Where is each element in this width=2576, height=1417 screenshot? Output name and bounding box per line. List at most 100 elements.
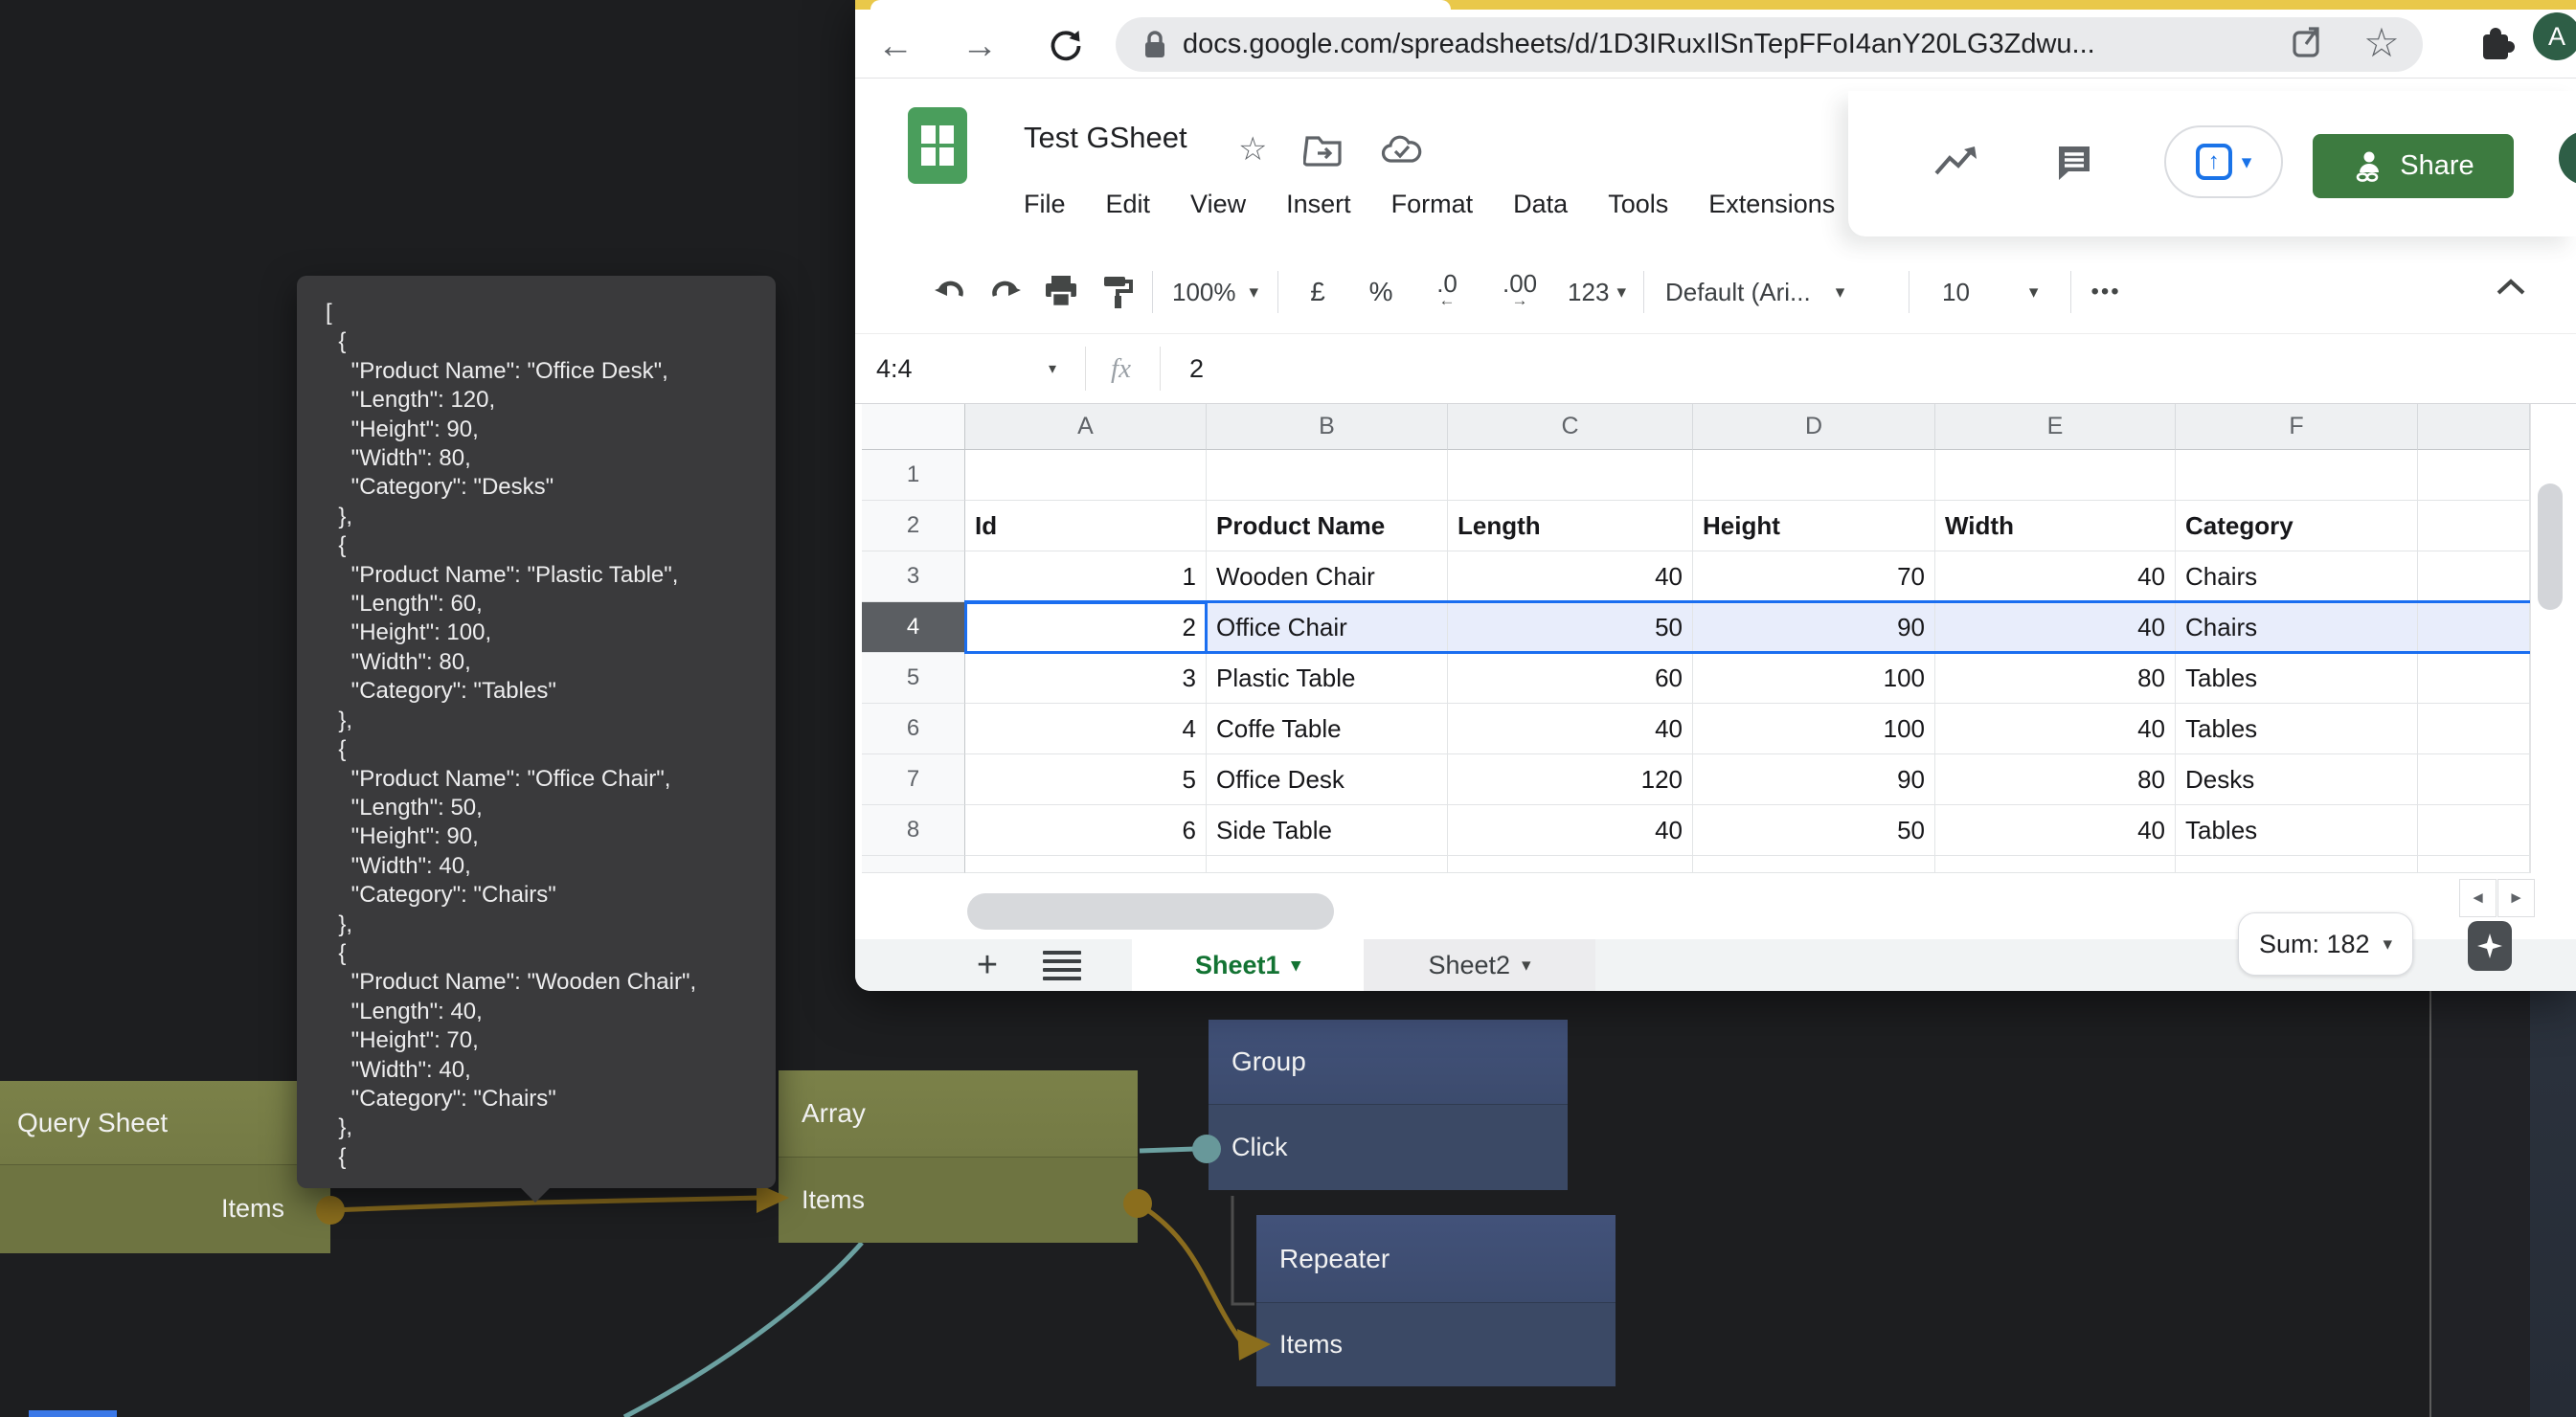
cell[interactable]: Category (2176, 501, 2418, 551)
cell[interactable]: 90 (1693, 754, 1935, 805)
sum-indicator[interactable]: Sum: 182 ▾ (2238, 912, 2413, 976)
bookmark-star-button[interactable]: ☆ (2359, 19, 2405, 65)
all-sheets-menu-button[interactable] (1043, 951, 1081, 980)
paint-format-button[interactable] (1089, 273, 1144, 311)
active-cell-A4[interactable]: 2 (964, 601, 1208, 654)
cell[interactable] (2418, 754, 2530, 805)
node-query-sheet-title[interactable]: Query Sheet (0, 1081, 330, 1164)
cell[interactable]: Width (1935, 501, 2176, 551)
redo-button[interactable] (978, 275, 1033, 309)
cell[interactable]: 120 (1448, 754, 1693, 805)
cell[interactable] (1207, 450, 1448, 501)
menu-insert[interactable]: Insert (1286, 190, 1351, 230)
name-box-caret[interactable]: ▾ (1049, 359, 1056, 378)
cell[interactable]: Wooden Chair (1207, 551, 1448, 602)
format-percent-button[interactable]: % (1349, 277, 1412, 307)
menu-edit[interactable]: Edit (1106, 190, 1151, 230)
sheets-app-icon[interactable] (908, 107, 967, 184)
row-header-3[interactable]: 3 (862, 551, 965, 602)
address-bar[interactable]: docs.google.com/spreadsheets/d/1D3IRuxIl… (1116, 17, 2423, 72)
vertical-scrollbar-thumb[interactable] (2538, 484, 2563, 610)
cell[interactable]: 40 (1935, 551, 2176, 602)
tab-sheet2[interactable]: Sheet2 ▾ (1364, 939, 1595, 991)
share-page-button[interactable] (2288, 21, 2326, 68)
row-header-7[interactable]: 7 (862, 754, 965, 805)
node-repeater-title[interactable]: Repeater (1256, 1215, 1616, 1302)
move-to-folder-icon[interactable] (1303, 130, 1344, 173)
cell[interactable]: 50 (1693, 805, 1935, 856)
back-button[interactable]: ← (872, 23, 918, 69)
font-size-select[interactable]: 10 ▾ (1917, 278, 2063, 307)
cell[interactable]: 4 (965, 704, 1207, 754)
cell[interactable]: 50 (1448, 602, 1693, 653)
node-group-title[interactable]: Group (1209, 1020, 1568, 1104)
menu-file[interactable]: File (1024, 190, 1066, 230)
font-select[interactable]: Default (Ari... ▾ (1652, 278, 1901, 307)
node-array-title[interactable]: Array (779, 1070, 1138, 1157)
cell[interactable]: 90 (1693, 602, 1935, 653)
node-array[interactable]: Array Items (779, 1070, 1138, 1243)
cell[interactable]: Length (1448, 501, 1693, 551)
column-header-D[interactable]: D (1693, 404, 1935, 450)
cell[interactable]: Tables (2176, 805, 2418, 856)
column-header-C[interactable]: C (1448, 404, 1693, 450)
cell[interactable]: 40 (1448, 805, 1693, 856)
explore-button[interactable] (2468, 921, 2512, 971)
extensions-puzzle-icon[interactable] (2474, 23, 2516, 70)
cell[interactable] (1935, 450, 2176, 501)
comments-icon[interactable] (2051, 139, 2099, 191)
cell[interactable]: Desks (2176, 754, 2418, 805)
cell[interactable] (1448, 450, 1693, 501)
zoom-select[interactable]: 100% ▾ (1161, 278, 1270, 307)
scroll-right-button[interactable]: ► (2497, 879, 2535, 917)
activity-trend-icon[interactable] (1931, 141, 1980, 188)
undo-button[interactable] (922, 275, 978, 309)
tab-sheet2-caret[interactable]: ▾ (1522, 955, 1531, 977)
cell[interactable]: 100 (1693, 704, 1935, 754)
cell[interactable]: 40 (1935, 704, 2176, 754)
cell[interactable]: 80 (1935, 653, 2176, 704)
column-header-E[interactable]: E (1935, 404, 2176, 450)
cell[interactable]: 1 (965, 551, 1207, 602)
horizontal-scrollbar-thumb[interactable] (967, 893, 1334, 930)
row-header-6[interactable]: 6 (862, 704, 965, 754)
cell[interactable] (2418, 653, 2530, 704)
menu-tools[interactable]: Tools (1608, 190, 1668, 230)
select-all-corner[interactable] (862, 404, 965, 450)
cell[interactable]: Chairs (2176, 602, 2418, 653)
node-array-input-items[interactable]: Items (779, 1157, 1138, 1243)
cell[interactable]: 3 (965, 653, 1207, 704)
cell[interactable]: 100 (1693, 653, 1935, 704)
row-header-4[interactable]: 4 (862, 602, 965, 653)
row-header-5[interactable]: 5 (862, 653, 965, 704)
menu-data[interactable]: Data (1513, 190, 1568, 230)
row-header-1[interactable]: 1 (862, 450, 965, 501)
cell[interactable]: Office Chair (1207, 602, 1448, 653)
format-currency-button[interactable]: £ (1286, 277, 1349, 307)
cell[interactable]: Chairs (2176, 551, 2418, 602)
cell[interactable] (2418, 501, 2530, 551)
column-header-partial[interactable] (2418, 404, 2530, 450)
row-header-8[interactable]: 8 (862, 805, 965, 856)
sheets-profile-avatar[interactable] (2559, 131, 2576, 185)
node-repeater-input-items[interactable]: Items (1256, 1302, 1616, 1386)
cell[interactable]: 40 (1935, 805, 2176, 856)
node-query-sheet[interactable]: Query Sheet Items (0, 1081, 330, 1253)
node-group-click-event[interactable]: Click (1209, 1104, 1568, 1190)
cell[interactable]: Side Table (1207, 805, 1448, 856)
node-query-sheet-output-items[interactable]: Items (0, 1164, 330, 1253)
increase-decimal-button[interactable]: .00→ (1481, 274, 1558, 310)
formula-input[interactable]: 2 (1189, 354, 1204, 384)
document-title[interactable]: Test GSheet (1024, 121, 1187, 155)
cell[interactable]: Height (1693, 501, 1935, 551)
cell[interactable]: 40 (1448, 704, 1693, 754)
cell[interactable] (2418, 805, 2530, 856)
cell[interactable]: Coffe Table (1207, 704, 1448, 754)
name-box[interactable]: 4:4 (876, 354, 1049, 384)
scroll-left-button[interactable]: ◄ (2459, 879, 2497, 917)
cloud-saved-icon[interactable] (1380, 130, 1424, 173)
present-to-meet-button[interactable]: ↑ ▾ (2164, 125, 2283, 198)
cell[interactable]: Tables (2176, 704, 2418, 754)
cell[interactable] (1693, 450, 1935, 501)
cell[interactable]: Product Name (1207, 501, 1448, 551)
